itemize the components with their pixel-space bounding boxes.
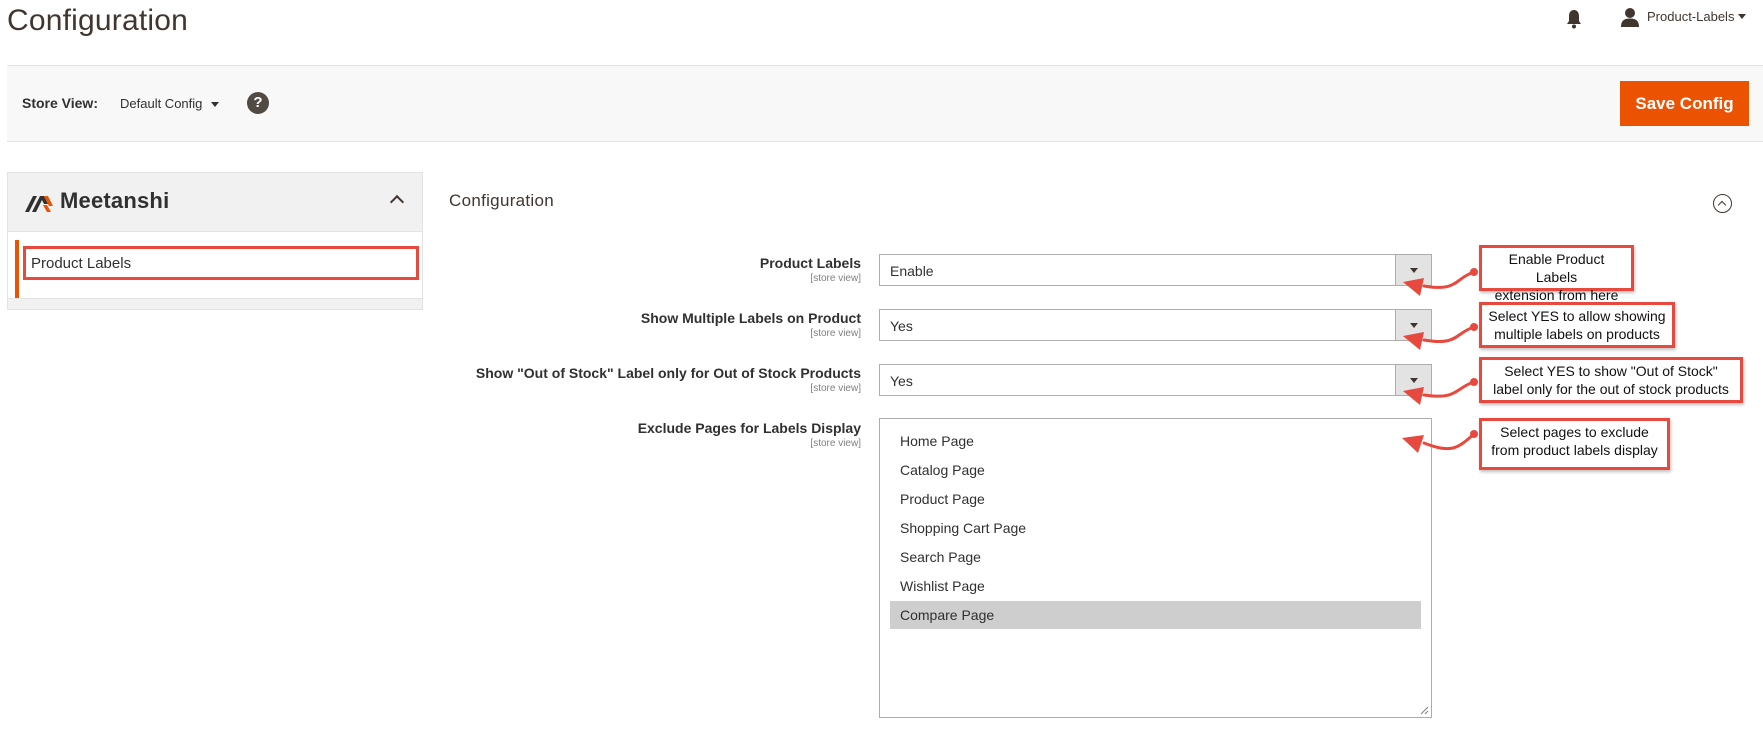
- resize-grip-icon[interactable]: [1419, 705, 1429, 715]
- sidebar-item-label: Product Labels: [31, 255, 132, 272]
- chevron-down-icon[interactable]: [211, 102, 219, 107]
- product-labels-select[interactable]: Enable: [879, 254, 1432, 286]
- callout-line: Enable Product Labels: [1508, 251, 1605, 285]
- sidebar-tab-header[interactable]: Meetanshi: [7, 172, 423, 232]
- show-multiple-labels-select[interactable]: Yes: [879, 309, 1432, 341]
- out-of-stock-label-select[interactable]: Yes: [879, 364, 1432, 396]
- dropdown-arrow-icon[interactable]: [1395, 255, 1431, 285]
- list-item[interactable]: Shopping Cart Page: [890, 514, 1421, 542]
- store-view-label: Store View:: [22, 95, 98, 111]
- callout-line: from product labels display: [1491, 442, 1658, 458]
- user-icon[interactable]: [1620, 7, 1640, 27]
- field-label-exclude-pages: Exclude Pages for Labels Display: [637, 420, 861, 436]
- store-view-switcher[interactable]: Default Config: [120, 96, 202, 111]
- sidebar-item-product-labels[interactable]: Product Labels: [23, 246, 419, 280]
- field-label-product-labels: Product Labels: [759, 255, 861, 271]
- chevron-up-icon[interactable]: [389, 194, 405, 210]
- field-scope: [store view]: [810, 328, 861, 339]
- collapse-circle-icon[interactable]: [1713, 194, 1732, 213]
- list-item[interactable]: Catalog Page: [890, 456, 1421, 484]
- save-config-button[interactable]: Save Config: [1620, 81, 1749, 126]
- annotation-callout: Enable Product Labels extension from her…: [1479, 245, 1634, 303]
- chevron-down-icon[interactable]: [1738, 14, 1746, 19]
- annotation-callout: Select YES to show "Out of Stock" label …: [1479, 357, 1743, 403]
- brand-name: Meetanshi: [60, 188, 170, 213]
- store-view-bar: Store View: Default Config ? Save Config: [7, 65, 1763, 142]
- field-scope: [store view]: [810, 438, 861, 449]
- annotation-callout: Select YES to allow showing multiple lab…: [1479, 302, 1675, 348]
- callout-line: multiple labels on products: [1494, 326, 1660, 342]
- select-value: Yes: [890, 318, 913, 334]
- list-item[interactable]: Product Page: [890, 485, 1421, 513]
- page-title: Configuration: [7, 4, 189, 37]
- sidebar-footer: [7, 298, 423, 310]
- select-value: Yes: [890, 373, 913, 389]
- field-scope: [store view]: [810, 383, 861, 394]
- list-item[interactable]: Home Page: [890, 427, 1421, 455]
- field-label-show-multiple-labels: Show Multiple Labels on Product: [640, 310, 861, 326]
- section-title[interactable]: Configuration: [449, 191, 554, 211]
- list-item[interactable]: Search Page: [890, 543, 1421, 571]
- list-item[interactable]: Wishlist Page: [890, 572, 1421, 600]
- select-value: Enable: [890, 263, 934, 279]
- dropdown-arrow-icon[interactable]: [1395, 310, 1431, 340]
- list-item-selected[interactable]: Compare Page: [890, 601, 1421, 629]
- help-icon[interactable]: ?: [247, 92, 269, 114]
- field-label-out-of-stock: Show "Out of Stock" Label only for Out o…: [475, 365, 861, 381]
- config-sidebar: Meetanshi Product Labels: [7, 172, 423, 312]
- active-indicator: [15, 240, 19, 298]
- callout-line: Select YES to allow showing: [1488, 308, 1666, 324]
- dropdown-arrow-icon[interactable]: [1395, 365, 1431, 395]
- annotation-callout: Select pages to exclude from product lab…: [1479, 418, 1670, 470]
- user-name[interactable]: Product-Labels: [1647, 9, 1734, 24]
- sidebar-items: Product Labels: [7, 232, 423, 298]
- field-scope: [store view]: [810, 273, 861, 284]
- exclude-pages-multiselect[interactable]: Home Page Catalog Page Product Page Shop…: [879, 418, 1432, 718]
- callout-line: label only for the out of stock products: [1493, 381, 1729, 397]
- callout-line: Select pages to exclude: [1500, 424, 1649, 440]
- bell-icon[interactable]: [1566, 9, 1582, 29]
- meetanshi-logo-icon: [25, 196, 53, 212]
- callout-line: Select YES to show "Out of Stock": [1504, 363, 1718, 379]
